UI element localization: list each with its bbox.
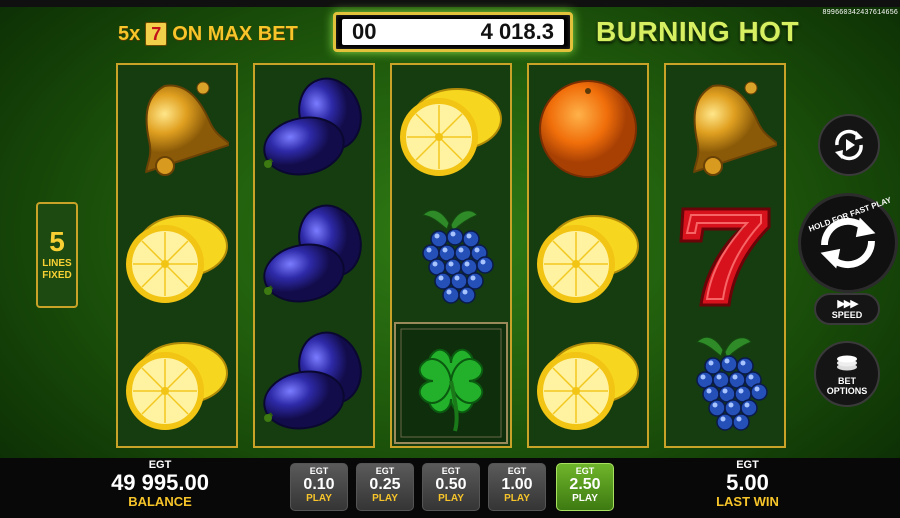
- reel-2: [253, 63, 375, 448]
- bet-button-4[interactable]: EGT 1.00 PLAY: [488, 463, 546, 511]
- reel-1: [116, 63, 238, 448]
- bet-play-label: PLAY: [504, 493, 530, 504]
- bet-value: 0.50: [435, 476, 467, 493]
- bet-value: 0.25: [369, 476, 401, 493]
- bet-play-label: PLAY: [572, 493, 598, 504]
- reel-grid: [116, 63, 788, 448]
- speed-label: SPEED: [831, 309, 863, 320]
- game-stage: 899660342437614656 5x 7 ON MAX BET 00 4 …: [0, 0, 900, 518]
- lines-indicator: 5 LINES FIXED: [36, 202, 78, 308]
- last-win-display: EGT 5.00 LAST WIN: [690, 459, 805, 509]
- bell-icon: [666, 65, 784, 192]
- promo-multiplier: 5x: [118, 22, 141, 45]
- promo-text: ON MAX BET: [172, 22, 298, 45]
- plum-icon: [255, 319, 373, 446]
- lines-label: LINES: [42, 258, 72, 269]
- top-strip: [0, 0, 900, 7]
- jackpot-counter: 00 4 018.3: [333, 12, 573, 52]
- lines-fixed-label: FIXED: [42, 270, 72, 281]
- bet-play-label: PLAY: [372, 493, 398, 504]
- reel-3: [390, 63, 512, 448]
- chips-icon: [836, 355, 857, 370]
- bet-brand: EGT: [441, 466, 461, 476]
- bet-value: 2.50: [569, 476, 601, 493]
- grapes-icon: [392, 192, 510, 319]
- lemon-icon: [529, 192, 647, 319]
- last-win-value: 5.00: [726, 470, 769, 495]
- lines-count: 5: [49, 226, 65, 257]
- clover-icon: [392, 319, 510, 446]
- autoplay-icon: [835, 129, 863, 161]
- bet-options-label: BET: [837, 375, 856, 386]
- bet-brand: EGT: [575, 466, 595, 476]
- reel-4: [527, 63, 649, 448]
- bet-value: 0.10: [303, 476, 335, 493]
- game-title: BURNING HOT: [596, 16, 800, 47]
- bet-button-3[interactable]: EGT 0.50 PLAY: [422, 463, 480, 511]
- bet-button-2[interactable]: EGT 0.25 PLAY: [356, 463, 414, 511]
- bell-icon: [118, 65, 236, 192]
- grapes-icon: [666, 319, 784, 446]
- orange-icon: [529, 65, 647, 192]
- bet-options-label-2: OPTIONS: [826, 385, 868, 396]
- seven-icon: 7: [145, 22, 168, 46]
- lemon-icon: [118, 319, 236, 446]
- speed-button[interactable]: ▶▶▶ SPEED: [814, 293, 880, 325]
- lemon-icon: [529, 319, 647, 446]
- bet-button-5[interactable]: EGT 2.50 PLAY: [556, 463, 614, 511]
- reel-5: [664, 63, 786, 448]
- bet-play-label: PLAY: [306, 493, 332, 504]
- balance-value: 49 995.00: [111, 470, 209, 495]
- fast-forward-icon: ▶▶▶: [837, 297, 858, 310]
- bet-brand: EGT: [375, 466, 395, 476]
- lemon-icon: [118, 192, 236, 319]
- session-id: 899660342437614656: [822, 9, 898, 17]
- bet-play-label: PLAY: [438, 493, 464, 504]
- spin-button[interactable]: [798, 193, 898, 293]
- counter-left: 00: [352, 19, 377, 44]
- last-win-label: LAST WIN: [716, 494, 779, 509]
- bet-brand: EGT: [507, 466, 527, 476]
- plum-icon: [255, 192, 373, 319]
- counter-value: 4 018.3: [480, 19, 554, 44]
- balance-display: EGT 49 995.00 BALANCE: [90, 459, 230, 509]
- bet-value: 1.00: [501, 476, 533, 493]
- bet-brand: EGT: [309, 466, 329, 476]
- plum-icon: [255, 65, 373, 192]
- bet-button-1[interactable]: EGT 0.10 PLAY: [290, 463, 348, 511]
- bet-options-button[interactable]: BET OPTIONS: [814, 341, 880, 407]
- seven-icon: [666, 192, 784, 319]
- max-bet-promo: 5x 7 ON MAX BET: [118, 20, 298, 48]
- lemon-icon: [392, 65, 510, 192]
- balance-label: BALANCE: [128, 494, 192, 509]
- autoplay-button[interactable]: [818, 114, 880, 176]
